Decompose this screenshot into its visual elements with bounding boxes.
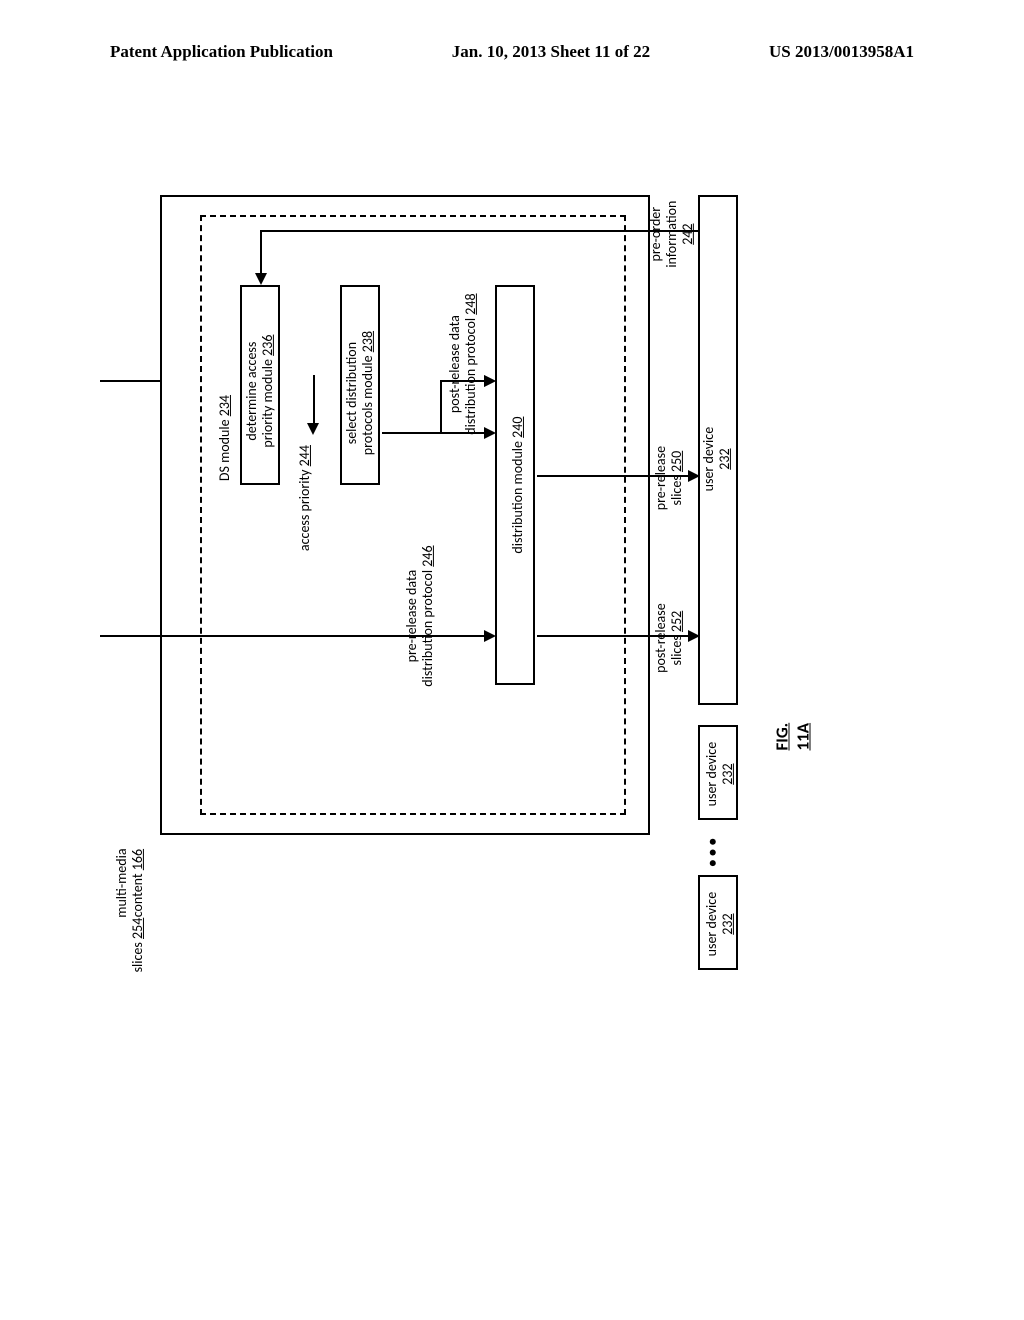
header-center: Jan. 10, 2013 Sheet 11 of 22 (452, 42, 650, 62)
prerel-slices-label: pre-releaseslices 250 (653, 433, 685, 523)
user-device-label-3: user device232 (704, 879, 736, 969)
user-device-label-2: user device232 (704, 729, 736, 819)
user-device-label-1: user device232 (701, 414, 733, 504)
multimedia-head (484, 375, 496, 387)
page-header: Patent Application Publication Jan. 10, … (0, 42, 1024, 62)
preorder-label: pre-orderinformation242 (648, 184, 696, 284)
preorder-arrow-head (255, 273, 267, 285)
pre-proto-label: pre-release datadistribution protocol 24… (404, 536, 436, 696)
distribution-module-label: distribution module 240 (510, 410, 526, 560)
postrel-slices-head (688, 630, 700, 642)
proto-line (440, 380, 442, 434)
preorder-arrow-line-h (260, 230, 698, 232)
prerel-slices-head (688, 470, 700, 482)
figure-label: FIG. 11A (772, 696, 814, 751)
ds-module-label: DS module 234 (217, 388, 233, 488)
determine-access-label: determine accesspriority module 236 (244, 326, 276, 456)
header-right: US 2013/0013958A1 (769, 42, 914, 62)
slices-head (484, 630, 496, 642)
slices-line (100, 635, 487, 637)
header-left: Patent Application Publication (110, 42, 333, 62)
postrel-slices-label: post-releaseslices 252 (653, 593, 685, 683)
access-priority-label: access priority 244 (297, 438, 313, 558)
ellipsis-dots: ••• (700, 835, 726, 867)
slices-label: slices 254 (130, 915, 146, 975)
post-proto-head (484, 427, 496, 439)
access-priority-head (307, 423, 319, 435)
select-dist-label: select distributionprotocols module 238 (344, 323, 376, 463)
post-proto-label: post-release datadistribution protocol 2… (447, 284, 479, 444)
preorder-arrow-line-v (260, 230, 262, 275)
access-priority-line (313, 375, 315, 427)
diagram: computing device 230 DS module 234 deter… (100, 195, 820, 1085)
